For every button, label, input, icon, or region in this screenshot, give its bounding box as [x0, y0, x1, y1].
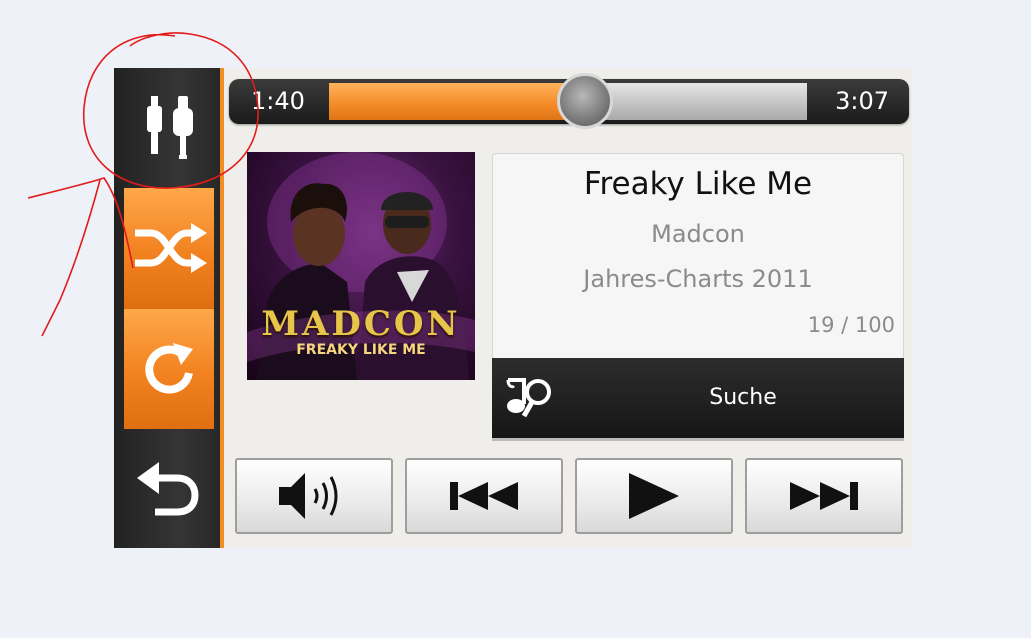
previous-track-icon: [450, 482, 518, 510]
audio-plugs-icon: [147, 96, 193, 159]
sidebar: [114, 68, 224, 548]
repeat-button[interactable]: [124, 308, 214, 429]
album-art-subtitle: FREAKY LIKE ME: [296, 342, 426, 358]
shuffle-button[interactable]: [124, 188, 214, 308]
music-search-icon: [506, 378, 551, 418]
track-position: 19 / 100: [807, 313, 895, 337]
back-button[interactable]: [124, 428, 214, 548]
previous-track-button[interactable]: [405, 458, 563, 534]
play-icon: [629, 473, 679, 519]
shuffle-icon: [135, 223, 207, 273]
volume-icon: [279, 473, 338, 519]
track-artist: Madcon: [651, 220, 745, 248]
main-screen: 1:40 3:07 MADCON FREAKY LIKE ME Freaky L…: [224, 68, 912, 548]
repeat-icon: [145, 343, 193, 394]
search-button[interactable]: Suche: [492, 358, 904, 441]
annotation-arrow-tail: [41, 179, 101, 337]
album-art-logo: MADCON: [261, 304, 461, 344]
search-label: Suche: [709, 385, 777, 410]
audio-source-button[interactable]: [124, 68, 214, 188]
volume-button[interactable]: [235, 458, 393, 534]
progress-bar: 1:40 3:07: [229, 73, 909, 129]
track-info-card: Freaky Like Me Madcon Jahres-Charts 2011…: [492, 153, 904, 360]
play-button[interactable]: [575, 458, 733, 534]
device-screen: 1:40 3:07 MADCON FREAKY LIKE ME Freaky L…: [114, 68, 912, 548]
seek-knob[interactable]: [556, 73, 613, 129]
track-title: Freaky Like Me: [583, 166, 813, 202]
current-time: 1:40: [251, 87, 305, 115]
album-art: MADCON FREAKY LIKE ME: [247, 152, 475, 380]
back-arrow-icon: [137, 462, 199, 516]
total-time: 3:07: [835, 87, 889, 115]
track-album: Jahres-Charts 2011: [583, 265, 813, 293]
seek-fill: [329, 83, 585, 120]
next-track-button[interactable]: [745, 458, 903, 534]
next-track-icon: [790, 482, 858, 510]
